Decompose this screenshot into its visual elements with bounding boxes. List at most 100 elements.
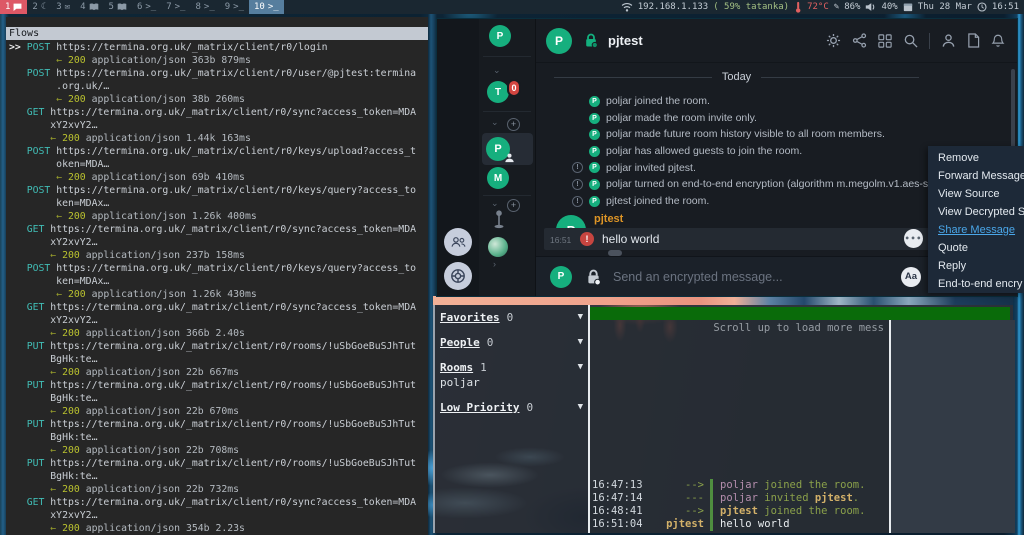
sidebar-section-rooms: ▼Rooms1poljar [440,361,583,389]
search-icon[interactable] [903,33,918,48]
flow-request-line: PUT https://termina.org.uk/_matrix/clien… [9,418,428,431]
room-avatar[interactable]: M [487,167,509,189]
flow-url-continuation: xY2xvY2… [9,314,428,327]
request-url: https://termina.org.uk/_matrix/client/r0… [50,341,416,352]
workspace-10[interactable]: 10>_ [249,0,284,14]
flow-row[interactable]: GET https://termina.org.uk/_matrix/clien… [9,106,428,145]
panel-divider [889,320,891,533]
menu-item-reply[interactable]: Reply [928,257,1024,275]
share-icon[interactable] [852,33,867,48]
response-arrow: ← [56,172,68,183]
flow-row[interactable]: PUT https://termina.org.uk/_matrix/clien… [9,379,428,418]
message-row[interactable]: 16:51 ! hello world [544,228,944,250]
chevron-down-icon[interactable]: ⌄ [491,118,499,127]
response-arrow: ← [50,328,62,339]
workspace-7[interactable]: 7>_ [161,0,190,14]
flow-request-line: >> POST https://termina.org.uk/_matrix/c… [9,41,428,54]
flow-row[interactable]: PUT https://termina.org.uk/_matrix/clien… [9,340,428,379]
flow-row[interactable]: PUT https://termina.org.uk/_matrix/clien… [9,457,428,496]
chevron-down-icon[interactable]: ⌄ [491,199,499,208]
indent [9,289,56,300]
flow-url-continuation: xY2xvY2… [9,119,428,132]
files-icon[interactable] [967,33,980,48]
volume-level: 40% [881,2,897,12]
menu-item-forward-message[interactable]: Forward Message [928,167,1024,185]
clock-icon [977,2,987,12]
message-input[interactable]: Send an encrypted message... [613,270,783,284]
request-url: https://termina.org.uk/_matrix/client/r0… [56,185,416,196]
avatar[interactable]: P [489,25,511,47]
workspace-3[interactable]: 3✉ [51,0,75,14]
flow-row[interactable]: >> POST https://termina.org.uk/_matrix/c… [9,41,428,67]
flow-response-line: ← 200 application/json 366b 2.40s [9,327,428,340]
grid-icon[interactable] [878,34,892,48]
menu-item-view-source[interactable]: View Source [928,185,1024,203]
workspace-9[interactable]: 9>_ [220,0,249,14]
room-avatar[interactable]: P [546,28,572,54]
workspace-1[interactable]: 1 [0,0,27,14]
chat-sender: --> [642,505,704,518]
response-arrow: ← [50,484,62,495]
flow-response-line: ← 200 application/json 22b 708ms [9,444,428,457]
workspace-number: 6 [137,2,142,12]
status-code: 200 [68,172,86,183]
room-list-item[interactable]: poljar [440,374,583,389]
flow-row[interactable]: POST https://termina.org.uk/_matrix/clie… [9,262,428,301]
account-avatar[interactable]: T [487,81,509,103]
sidebar-section-header[interactable]: ▼Favorites0 [440,311,583,324]
room-avatar-image[interactable] [488,237,508,257]
lifebuoy-icon [450,268,466,284]
chat-log: 16:47:13-->poljar joined the room.16:47:… [590,479,889,531]
flow-row[interactable]: POST https://termina.org.uk/_matrix/clie… [9,184,428,223]
settings-button[interactable] [444,262,472,290]
flow-url-continuation: ken=MDAx… [9,275,428,288]
chevron-down-icon[interactable]: ⌄ [493,66,501,75]
event-text: poljar made future room history visible … [606,128,885,140]
flow-row[interactable]: PUT https://termina.org.uk/_matrix/clien… [9,418,428,457]
sidebar-section-header[interactable]: ▼Rooms1 [440,361,583,374]
message-options-button[interactable]: ••• [904,229,923,248]
chevron-right-icon[interactable]: › [493,260,496,269]
format-button[interactable]: Aa [901,267,921,287]
chat-message: poljar invited pjtest. [710,492,859,505]
flow-row[interactable]: POST https://termina.org.uk/_matrix/clie… [9,67,428,106]
menu-item-view-decrypted-s[interactable]: View Decrypted S [928,203,1024,221]
menu-item-remove[interactable]: Remove [928,149,1024,167]
flow-row[interactable]: GET https://termina.org.uk/_matrix/clien… [9,301,428,340]
menu-item-share-message[interactable]: Share Message [928,221,1024,239]
flows-header: Flows [6,27,428,40]
people-button[interactable] [444,228,472,256]
request-url: .org.uk/… [9,81,109,92]
workspace-8[interactable]: 8>_ [190,0,219,14]
notifications-bell-icon[interactable] [991,33,1005,48]
workspace-6[interactable]: 6>_ [132,0,161,14]
lamp-icon[interactable] [493,208,505,237]
request-url: https://termina.org.uk/_matrix/client/r0… [50,302,416,313]
workspace-2[interactable]: 2☾ [27,0,51,14]
chat-message-part: joined the room. [758,479,865,491]
terminal-icon: >_ [175,3,186,12]
response-arrow: ← [50,445,62,456]
menu-item-end-to-end-encry[interactable]: End-to-end encry [928,275,1024,293]
settings-gear-icon[interactable] [826,33,841,48]
add-room-button[interactable]: + [507,199,520,212]
sidebar-section-header[interactable]: ▼Low Priority0 [440,401,583,414]
flow-row[interactable]: GET https://termina.org.uk/_matrix/clien… [9,223,428,262]
flow-request-line: PUT https://termina.org.uk/_matrix/clien… [9,340,428,353]
workspace-5[interactable]: 5 [104,0,132,14]
section-count: 1 [480,361,487,374]
workspace-number: 5 [109,2,114,12]
members-icon[interactable] [941,33,956,48]
request-url: https://termina.org.uk/_matrix/client/r0… [50,458,416,469]
workspace-4[interactable]: 4 [75,0,103,14]
brightness-level: 86% [844,2,860,12]
add-room-button[interactable]: + [507,118,520,131]
flow-row[interactable]: GET https://termina.org.uk/_matrix/clien… [9,496,428,534]
message-timestamp: 16:51 [550,235,571,245]
menu-item-quote[interactable]: Quote [928,239,1024,257]
flow-row[interactable]: POST https://termina.org.uk/_matrix/clie… [9,145,428,184]
request-url: https://termina.org.uk/_matrix/client/r0… [50,107,416,118]
http-method: PUT [27,380,51,391]
sidebar-section-header[interactable]: ▼People0 [440,336,583,349]
selection-marker [9,341,27,352]
